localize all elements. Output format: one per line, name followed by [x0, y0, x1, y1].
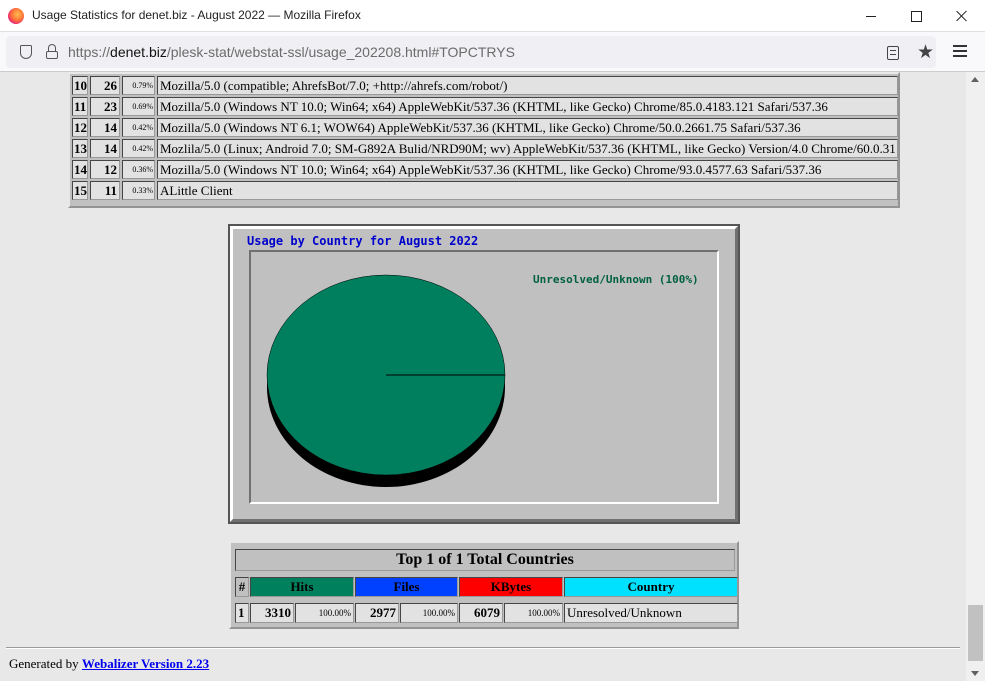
header-hits: Hits	[250, 577, 354, 597]
row-user-agent: ALittle Client	[157, 181, 898, 200]
country-pie-chart: Usage by Country for August 2022 Unresol…	[228, 224, 740, 524]
address-bar[interactable]: https://denet.biz/plesk-stat/webstat-ssl…	[6, 36, 936, 68]
firefox-logo-icon	[8, 8, 24, 24]
row-percent: 0.42%	[122, 139, 155, 158]
url-host: denet.biz	[110, 44, 167, 60]
row-hits: 26	[90, 76, 120, 95]
footer: Generated by Webalizer Version 2.23	[9, 656, 209, 672]
row-user-agent: Mozilla/5.0 (compatible; AhrefsBot/7.0; …	[157, 76, 898, 95]
scroll-up-arrow-icon[interactable]	[971, 77, 979, 82]
header-country: Country	[564, 577, 738, 597]
window-titlebar: Usage Statistics for denet.biz - August …	[0, 0, 985, 32]
tracking-protection-shield-icon[interactable]	[20, 45, 32, 59]
row-files: 2977	[355, 603, 399, 623]
url-scheme: https://	[68, 44, 111, 60]
row-hits: 23	[90, 97, 120, 116]
row-hits: 14	[90, 139, 120, 158]
row-percent: 0.42%	[122, 118, 155, 137]
maximize-button[interactable]	[893, 0, 939, 32]
user-agents-table: 10 26 0.79% Mozilla/5.0 (compatible; Ahrefs…	[68, 72, 900, 208]
row-number: 12	[72, 118, 88, 137]
header-kbytes: KBytes	[459, 577, 563, 597]
table-row: 14 12 0.36% Mozilla/5.0 (Windows NT 10.0; W…	[70, 160, 898, 179]
header-files: Files	[355, 577, 458, 597]
page-viewport: 10 26 0.79% Mozilla/5.0 (compatible; Ahrefs…	[0, 72, 966, 681]
row-kbytes-pct: 100.00%	[504, 603, 563, 623]
row-hits-pct: 100.00%	[295, 603, 354, 623]
row-number: 15	[72, 181, 88, 200]
row-number: 14	[72, 160, 88, 179]
row-number: 13	[72, 139, 88, 158]
bookmark-star-icon[interactable]: ★	[917, 42, 934, 62]
close-icon	[956, 10, 968, 22]
row-user-agent: Mozilla/5.0 (Windows NT 10.0; Win64; x64…	[157, 97, 898, 116]
row-percent: 0.36%	[122, 160, 155, 179]
row-user-agent: Mozlila/5.0 (Linux; Android 7.0; SM-G892…	[157, 139, 898, 158]
lock-icon[interactable]	[46, 44, 58, 60]
row-kbytes: 6079	[459, 603, 503, 623]
maximize-icon	[910, 10, 922, 22]
row-percent: 0.79%	[122, 76, 155, 95]
scroll-down-arrow-icon[interactable]	[971, 671, 979, 676]
row-user-agent: Mozilla/5.0 (Windows NT 6.1; WOW64) Appl…	[157, 118, 898, 137]
footer-divider	[6, 647, 960, 649]
row-hits: 11	[90, 181, 120, 200]
footer-prefix: Generated by	[9, 656, 79, 671]
row-files-pct: 100.00%	[400, 603, 458, 623]
close-button[interactable]	[939, 0, 985, 32]
row-number: 11	[72, 97, 88, 116]
top-countries-table: Top 1 of 1 Total Countries # Hits Files …	[229, 541, 739, 629]
minimize-icon	[866, 15, 876, 17]
scrollbar-thumb[interactable]	[968, 605, 983, 661]
vertical-scrollbar[interactable]	[966, 72, 985, 681]
pie-svg	[266, 274, 506, 487]
chart-title: Usage by Country for August 2022	[247, 234, 479, 248]
webalizer-link[interactable]: Webalizer Version 2.23	[82, 656, 209, 671]
table-row: 12 14 0.42% Mozilla/5.0 (Windows NT 6.1; WO…	[70, 118, 898, 137]
navigation-toolbar: https://denet.biz/plesk-stat/webstat-ssl…	[0, 32, 985, 72]
chart-plot-area: Unresolved/Unknown (100%)	[249, 250, 719, 504]
row-percent: 0.33%	[122, 181, 155, 200]
minimize-button[interactable]	[848, 0, 894, 32]
row-number: 10	[72, 76, 88, 95]
url-text[interactable]: https://denet.biz/plesk-stat/webstat-ssl…	[68, 44, 515, 60]
row-hits: 12	[90, 160, 120, 179]
countries-table-title: Top 1 of 1 Total Countries	[235, 549, 735, 571]
table-row: 11 23 0.69% Mozilla/5.0 (Windows NT 10.0; W…	[70, 97, 898, 116]
table-row: 10 26 0.79% Mozilla/5.0 (compatible; Ahrefs…	[70, 76, 898, 95]
header-num: #	[235, 577, 249, 597]
pie-legend-label: Unresolved/Unknown (100%)	[533, 273, 699, 286]
row-user-agent: Mozilla/5.0 (Windows NT 10.0; Win64; x64…	[157, 160, 898, 179]
url-path: /plesk-stat/webstat-ssl/usage_202208.htm…	[166, 44, 515, 60]
row-num: 1	[235, 603, 249, 623]
row-country: Unresolved/Unknown	[564, 603, 738, 623]
window-title: Usage Statistics for denet.biz - August …	[32, 8, 361, 22]
reader-view-icon[interactable]	[887, 46, 899, 60]
table-row: 15 11 0.33% ALittle Client	[70, 181, 898, 200]
hamburger-menu-icon[interactable]	[953, 45, 967, 57]
row-percent: 0.69%	[122, 97, 155, 116]
table-row: 13 14 0.42% Mozlila/5.0 (Linux; Android 7.0…	[70, 139, 898, 158]
row-hits: 3310	[250, 603, 294, 623]
row-hits: 14	[90, 118, 120, 137]
table-empty-row	[70, 202, 898, 206]
